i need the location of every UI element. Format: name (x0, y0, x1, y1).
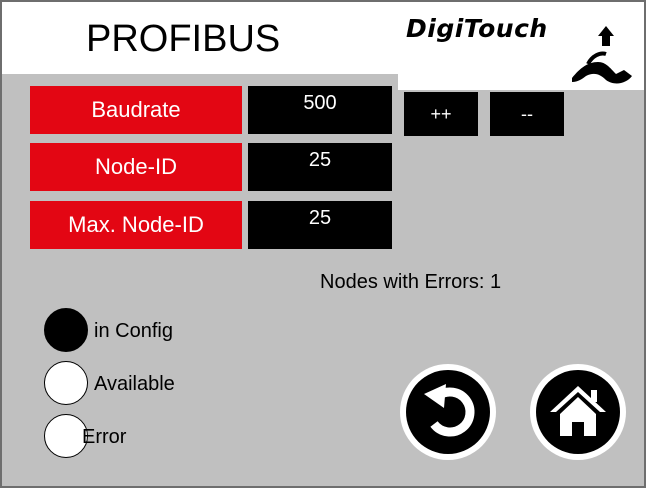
max-node-id-value[interactable]: 25 (248, 201, 392, 249)
logo: DigiTouch (398, 2, 644, 90)
baudrate-increase-button[interactable]: ++ (404, 92, 478, 136)
undo-arrow-icon (424, 384, 475, 437)
error-label: Error (82, 426, 127, 448)
hmi-screen: PROFIBUS DigiTouch Baudrate 500 ++ -- No… (0, 0, 646, 488)
available-label: Available (94, 373, 175, 395)
home-icon (550, 386, 606, 436)
back-button[interactable] (400, 364, 496, 460)
title-bar: PROFIBUS (2, 2, 398, 74)
baudrate-decrease-button[interactable]: -- (490, 92, 564, 136)
baudrate-label: Baudrate (30, 86, 242, 134)
home-button[interactable] (530, 364, 626, 460)
node-id-label: Node-ID (30, 143, 242, 191)
baudrate-value: 500 (248, 86, 392, 134)
nodes-with-errors-text: Nodes with Errors: 1 (320, 271, 502, 293)
max-node-id-label: Max. Node-ID (30, 201, 242, 249)
in-config-label: in Config (94, 320, 173, 342)
node-id-value[interactable]: 25 (248, 143, 392, 191)
in-config-indicator (44, 308, 88, 352)
available-indicator (44, 361, 88, 405)
page-title: PROFIBUS (86, 18, 281, 60)
logo-text: DigiTouch (406, 14, 548, 43)
hand-touch-icon (572, 26, 632, 84)
